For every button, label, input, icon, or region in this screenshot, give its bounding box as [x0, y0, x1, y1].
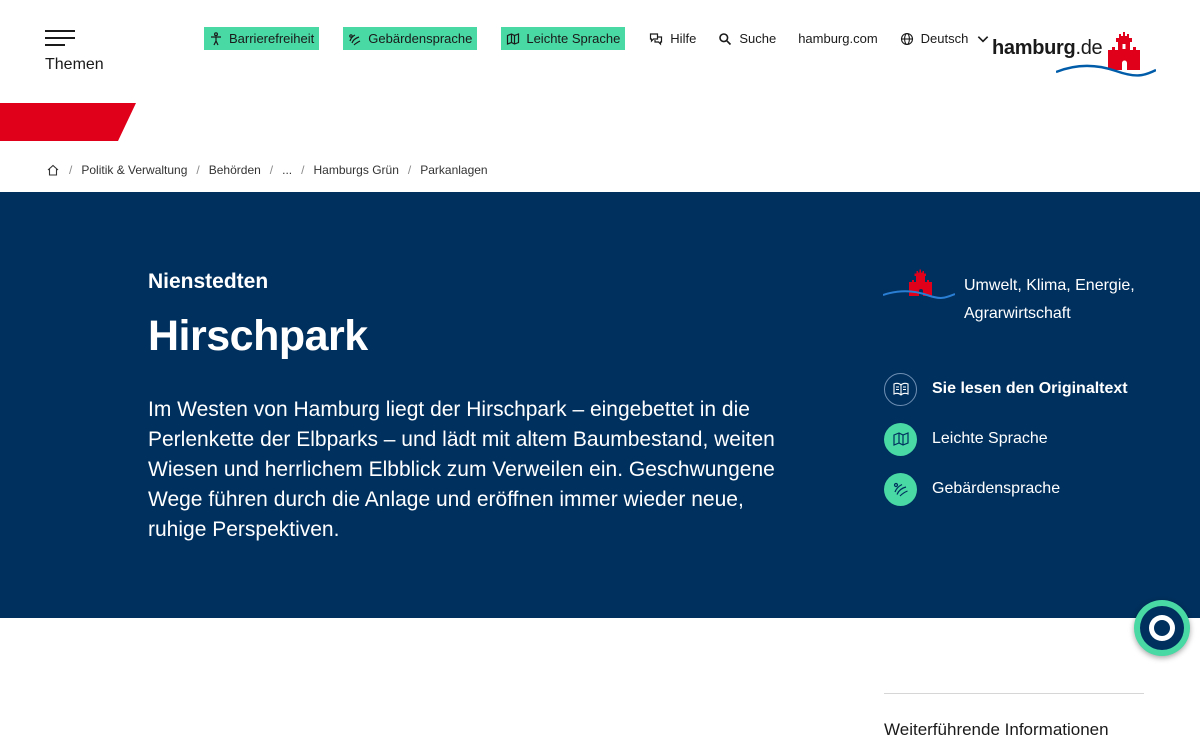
original-text-label: Sie lesen den Originaltext [932, 380, 1128, 397]
logo-wave-icon [1056, 64, 1156, 77]
breadcrumb-separator: / [407, 163, 412, 177]
themen-menu-button[interactable]: Themen [45, 28, 125, 78]
suche-link[interactable]: Suche [718, 31, 776, 46]
breadcrumb-separator: / [69, 163, 73, 177]
hilfe-link[interactable]: Hilfe [649, 31, 696, 46]
accessibility-icon [211, 31, 221, 45]
service-navigation: Barrierefreiheit Gebärdensprache Leichte… [204, 27, 1019, 50]
hamburger-menu-icon [45, 28, 75, 48]
hamburg-castle-wave-icon [883, 269, 955, 299]
easy-language-option[interactable]: Leichte Sprache [884, 422, 1174, 456]
authority-link[interactable]: Umwelt, Klima, Energie, Agrarwirtschaft [883, 264, 1173, 334]
globe-icon [900, 32, 913, 45]
easy-language-icon [892, 432, 909, 446]
brand-red-band [0, 103, 136, 141]
site-header: Themen Barrierefreiheit Gebärdensprache … [0, 0, 1200, 150]
hamburg-de-logo[interactable]: hamburg.de [992, 30, 1158, 78]
breadcrumb-ellipsis[interactable]: ... [282, 163, 292, 177]
breadcrumb-politik-verwaltung[interactable]: Politik & Verwaltung [81, 163, 187, 177]
language-label: Deutsch [920, 31, 969, 46]
gebaerdensprache-link[interactable]: Gebärdensprache [343, 27, 478, 50]
sidebar-divider [884, 693, 1144, 694]
help-chat-icon [650, 32, 663, 45]
page-title: Hirschpark [148, 312, 368, 360]
read-aloud-button[interactable] [1134, 600, 1190, 656]
leichte-sprache-link[interactable]: Leichte Sprache [501, 27, 626, 50]
easy-language-label: Leichte Sprache [932, 430, 1048, 447]
eye-icon [1140, 606, 1184, 650]
hamburg-com-label: hamburg.com [798, 31, 878, 46]
breadcrumb-separator: / [196, 163, 200, 177]
sign-language-icon [349, 33, 361, 45]
hero-lead-text: Im Westen von Hamburg liegt der Hirschpa… [148, 398, 775, 541]
hilfe-label: Hilfe [670, 31, 697, 46]
suche-label: Suche [739, 31, 777, 46]
easy-language-icon-wrap [884, 422, 917, 456]
leichte-sprache-label: Leichte Sprache [526, 31, 621, 46]
hamburg-com-link[interactable]: hamburg.com [798, 31, 877, 46]
hero-kicker: Nienstedten [148, 270, 269, 293]
authority-name: Umwelt, Klima, Energie, Agrarwirtschaft [964, 277, 1135, 322]
gebaerdensprache-label: Gebärdensprache [368, 31, 473, 46]
breadcrumb-separator: / [269, 163, 274, 177]
original-text-option[interactable]: Sie lesen den Originaltext [884, 372, 1174, 406]
book-icon [892, 382, 909, 396]
sign-language-icon-wrap [884, 472, 917, 506]
breadcrumb: / Politik & Verwaltung / Behörden / ... … [46, 160, 488, 180]
sign-language-label: Gebärdensprache [932, 480, 1061, 497]
eye-icon-white [1149, 615, 1175, 641]
sign-language-icon [893, 482, 908, 497]
language-version-list: Sie lesen den Originaltext Leichte Sprac… [884, 372, 1174, 522]
breadcrumb-current: Parkanlagen [420, 163, 488, 177]
barrierefreiheit-link[interactable]: Barrierefreiheit [204, 27, 320, 50]
logo-wordmark: hamburg.de [992, 37, 1103, 59]
search-icon [719, 32, 732, 45]
easy-language-icon [507, 32, 520, 45]
themen-menu-label: Themen [45, 56, 104, 73]
eye-icon-pupil [1154, 620, 1170, 636]
book-icon-wrap [884, 372, 917, 406]
barrierefreiheit-label: Barrierefreiheit [229, 31, 315, 46]
breadcrumb-separator: / [301, 163, 305, 177]
sign-language-option[interactable]: Gebärdensprache [884, 472, 1174, 506]
breadcrumb-hamburgs-gruen[interactable]: Hamburgs Grün [314, 163, 399, 177]
breadcrumb-behoerden[interactable]: Behörden [209, 163, 261, 177]
chevron-down-icon [978, 35, 989, 42]
language-select[interactable]: Deutsch [900, 31, 998, 46]
further-info-heading: Weiterführende Informationen [884, 720, 1109, 739]
hero-section: Nienstedten Hirschpark Im Westen von Ham… [0, 192, 1200, 618]
home-icon[interactable] [46, 163, 60, 177]
